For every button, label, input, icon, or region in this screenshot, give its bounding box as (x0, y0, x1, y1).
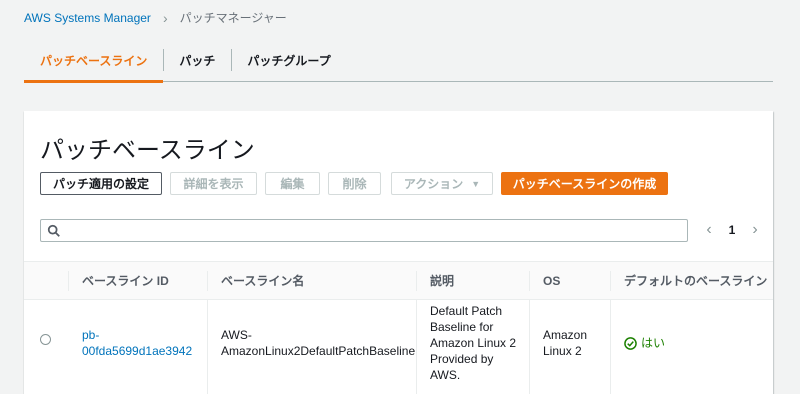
column-divider (610, 300, 611, 394)
baseline-name-cell: AWS- AmazonLinux2DefaultPatchBaseline (221, 327, 416, 359)
default-baseline-value: はい (641, 336, 666, 350)
current-page-number[interactable]: 1 (718, 223, 746, 237)
baseline-name-part1: AWS- (221, 328, 252, 342)
column-header-default-baseline[interactable]: デフォルトのベースライン (610, 262, 773, 299)
pagination: ‹ 1 › (700, 217, 764, 243)
table-header: ベースライン ID ベースライン名 説明 OS デフォルトのベースライン (24, 261, 773, 300)
column-header-description[interactable]: 説明 (416, 262, 529, 299)
default-baseline-status: はい (624, 335, 665, 351)
description-line: Baseline for (430, 320, 494, 334)
check-circle-icon (624, 336, 637, 350)
breadcrumb-current: パッチマネージャー (179, 11, 287, 25)
column-header-label: OS (543, 273, 561, 288)
chevron-left-icon[interactable]: ‹ (700, 221, 718, 239)
actions-label: アクション (403, 177, 464, 191)
tab-patch-groups[interactable]: パッチグループ (231, 38, 346, 82)
search-icon (47, 224, 60, 237)
tab-patch-baselines[interactable]: パッチベースライン (24, 38, 164, 83)
row-select-radio[interactable] (40, 334, 51, 345)
column-divider (416, 300, 417, 394)
description-line: AWS. (430, 368, 461, 382)
page-title: パッチベースライン (40, 137, 255, 164)
caret-down-icon: ▼ (471, 178, 481, 189)
description-line: Amazon Linux 2 (430, 336, 517, 350)
patch-baselines-panel: パッチベースライン パッチ適用の設定 詳細を表示 編集 削除 アクション ▼ パ… (24, 111, 773, 394)
baseline-name-part2: AmazonLinux2DefaultPatchBaseline (221, 344, 416, 358)
edit-button[interactable]: 編集 (265, 172, 320, 195)
table-row[interactable]: pb- 00fda5699d1ae3942 AWS- AmazonLinux2D… (24, 300, 773, 394)
tab-patches[interactable]: パッチ (163, 38, 231, 82)
column-divider (529, 300, 530, 394)
column-header-os[interactable]: OS (529, 262, 610, 299)
description-cell: Default Patch Baseline for Amazon Linux … (430, 303, 525, 383)
search-box (40, 219, 688, 242)
breadcrumb: AWS Systems Manager › パッチマネージャー (24, 9, 287, 26)
search-input[interactable] (65, 222, 680, 239)
description-line: Provided by (430, 352, 494, 366)
description-line: Default Patch (430, 304, 503, 318)
column-header-baseline-id[interactable]: ベースライン ID (68, 262, 208, 299)
create-patch-baseline-button[interactable]: パッチベースラインの作成 (501, 172, 668, 195)
column-header-label: 説明 (430, 274, 455, 288)
baseline-id-part1: pb- (82, 328, 100, 342)
breadcrumb-root-link[interactable]: AWS Systems Manager (24, 11, 151, 25)
column-header-label: デフォルトのベースライン (624, 274, 768, 288)
os-part2: Linux 2 (543, 344, 582, 358)
column-divider (207, 300, 208, 394)
os-part1: Amazon (543, 328, 588, 342)
actions-dropdown[interactable]: アクション ▼ (391, 172, 493, 195)
configure-patching-button[interactable]: パッチ適用の設定 (40, 172, 162, 195)
chevron-right-icon[interactable]: › (746, 221, 764, 239)
delete-button[interactable]: 削除 (328, 172, 381, 195)
tab-bar: パッチベースライン パッチ パッチグループ (24, 38, 773, 83)
os-cell: Amazon Linux 2 (543, 327, 603, 359)
view-details-button[interactable]: 詳細を表示 (170, 172, 257, 195)
chevron-right-icon: › (162, 9, 168, 26)
baseline-id-part2: 00fda5699d1ae3942 (82, 344, 193, 358)
column-header-baseline-name[interactable]: ベースライン名 (207, 262, 417, 299)
column-header-label: ベースライン名 (221, 274, 305, 288)
column-header-label: ベースライン ID (82, 274, 169, 288)
baseline-id-link[interactable]: pb- 00fda5699d1ae3942 (82, 327, 202, 359)
